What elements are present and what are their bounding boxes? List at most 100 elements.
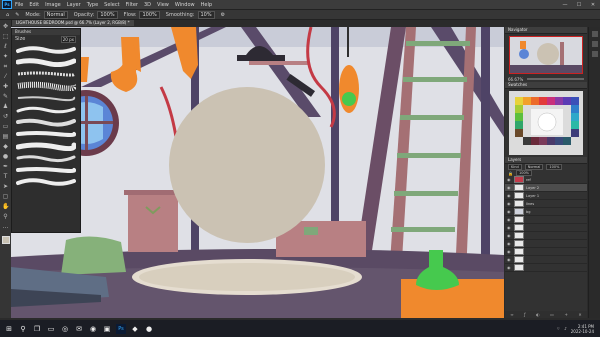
task-view-icon[interactable]: ❐ <box>32 324 42 334</box>
layer-row[interactable]: ◉ <box>505 216 587 224</box>
navigator-zoom-slider[interactable] <box>527 78 584 80</box>
menu-filter[interactable]: Filter <box>126 2 138 8</box>
pen-tool-icon[interactable]: ✒ <box>2 163 9 170</box>
layer-row[interactable]: ◉ <box>505 232 587 240</box>
brush-preset[interactable] <box>16 177 76 187</box>
visibility-eye-icon[interactable]: ◉ <box>507 193 512 198</box>
minimize-button[interactable]: — <box>558 2 572 8</box>
menu-file[interactable]: File <box>15 2 23 8</box>
eraser-tool-icon[interactable]: ▭ <box>2 123 9 130</box>
path-select-icon[interactable]: ➤ <box>2 183 9 190</box>
menu-edit[interactable]: Edit <box>29 2 39 8</box>
lasso-tool-icon[interactable]: ℓ <box>2 43 9 50</box>
clock[interactable]: 2:41 PM 2022-10-24 <box>571 324 594 334</box>
navigator-tab[interactable]: Navigator <box>505 27 587 34</box>
visibility-eye-icon[interactable]: ◉ <box>507 185 512 190</box>
menu-view[interactable]: View <box>157 2 169 8</box>
settings-icon[interactable]: ⚙ <box>221 12 225 18</box>
menu-help[interactable]: Help <box>201 2 212 8</box>
store-icon[interactable]: ▣ <box>102 324 112 334</box>
layers-opacity-field[interactable]: 100% <box>546 164 563 170</box>
foreground-color-swatch[interactable] <box>1 236 10 244</box>
brush-size-field[interactable]: 20 px <box>61 35 76 43</box>
marquee-tool-icon[interactable]: ⬚ <box>2 33 9 40</box>
mask-icon[interactable]: ◐ <box>536 312 540 317</box>
close-button[interactable]: ✕ <box>586 2 600 8</box>
visibility-eye-icon[interactable]: ◉ <box>507 257 512 262</box>
visibility-eye-icon[interactable]: ◉ <box>507 249 512 254</box>
gradient-tool-icon[interactable]: ▤ <box>2 133 9 140</box>
more-tools-icon[interactable]: … <box>2 223 9 230</box>
folder-icon[interactable]: ▭ <box>550 312 554 317</box>
eyedropper-icon[interactable]: ⁄ <box>2 73 9 80</box>
new-layer-icon[interactable]: + <box>564 312 567 317</box>
layer-row[interactable]: ◉ <box>505 264 587 272</box>
mode-select[interactable]: Normal <box>43 10 68 19</box>
visibility-eye-icon[interactable]: ◉ <box>507 209 512 214</box>
network-icon[interactable]: ⌔ <box>556 326 560 332</box>
layer-row[interactable]: ◉ <box>505 256 587 264</box>
visibility-eye-icon[interactable]: ◉ <box>507 233 512 238</box>
hand-tool-icon[interactable]: ✋ <box>2 203 9 210</box>
menu-select[interactable]: Select <box>104 2 119 8</box>
brush-preset[interactable] <box>15 141 77 152</box>
move-tool-icon[interactable]: ✥ <box>2 23 9 30</box>
opacity-field[interactable]: 100% <box>97 10 118 19</box>
brush-preset[interactable] <box>16 129 77 139</box>
navigator-preview[interactable] <box>509 36 583 74</box>
zoom-tool-icon[interactable]: ⚲ <box>2 213 9 220</box>
visibility-eye-icon[interactable]: ◉ <box>507 217 512 222</box>
visibility-eye-icon[interactable]: ◉ <box>507 225 512 230</box>
windows-start-icon[interactable]: ⊞ <box>4 324 14 334</box>
file-explorer-icon[interactable]: ▭ <box>46 324 56 334</box>
trash-icon[interactable]: ✕ <box>578 312 581 317</box>
brush-tool-icon[interactable]: ✎ <box>2 93 9 100</box>
dodge-tool-icon[interactable]: ● <box>2 153 9 160</box>
layer-row[interactable]: ◉ Layer 1 <box>505 192 587 200</box>
layers-tab[interactable]: Layers <box>505 157 587 164</box>
brush-preset[interactable] <box>16 153 76 163</box>
app-icon[interactable]: ● <box>144 324 154 334</box>
menu-3d[interactable]: 3D <box>144 2 151 8</box>
browser-icon[interactable]: ◎ <box>60 324 70 334</box>
menu-window[interactable]: Window <box>175 2 195 8</box>
steam-icon[interactable]: ◉ <box>88 324 98 334</box>
search-icon[interactable]: ⚲ <box>18 324 28 334</box>
navigator-zoom-value[interactable]: 66.67% <box>508 77 523 82</box>
fx-icon[interactable]: ƒ <box>524 312 525 317</box>
color-wheel-grid[interactable] <box>509 91 583 155</box>
healing-brush-icon[interactable]: ✚ <box>2 83 9 90</box>
visibility-eye-icon[interactable]: ◉ <box>507 241 512 246</box>
history-icon[interactable] <box>592 31 598 37</box>
brush-preset[interactable] <box>16 81 78 92</box>
menu-layer[interactable]: Layer <box>67 2 81 8</box>
layer-row[interactable]: ◉ <box>505 240 587 248</box>
smoothing-field[interactable]: 10% <box>197 10 215 19</box>
volume-icon[interactable]: ♪ <box>564 326 567 331</box>
brush-tool-icon[interactable]: ✎ <box>15 12 19 18</box>
stamp-tool-icon[interactable]: ♟ <box>2 103 9 110</box>
properties-icon[interactable] <box>592 41 598 47</box>
brush-preset[interactable] <box>16 117 76 127</box>
link-icon[interactable]: ∞ <box>510 312 513 317</box>
visibility-eye-icon[interactable]: ◉ <box>507 201 512 206</box>
shape-tool-icon[interactable]: ▢ <box>2 193 9 200</box>
crop-tool-icon[interactable]: ⌗ <box>2 63 9 70</box>
mail-icon[interactable]: ✉ <box>74 324 84 334</box>
adjustments-icon[interactable] <box>592 51 598 57</box>
blur-tool-icon[interactable]: ◆ <box>2 143 9 150</box>
photoshop-taskbar-icon[interactable]: Ps <box>116 323 126 334</box>
flow-field[interactable]: 100% <box>139 10 160 19</box>
brush-preset[interactable] <box>16 105 76 115</box>
menu-image[interactable]: Image <box>45 2 61 8</box>
brush-preset[interactable] <box>16 69 76 79</box>
brush-preset[interactable] <box>16 93 76 103</box>
history-brush-icon[interactable]: ↺ <box>2 113 9 120</box>
visibility-eye-icon[interactable]: ◉ <box>507 177 512 182</box>
brush-preset[interactable] <box>15 57 77 68</box>
brush-preset[interactable] <box>16 45 76 55</box>
maximize-button[interactable]: ☐ <box>572 2 586 8</box>
swatches-tab[interactable]: Swatches <box>505 82 587 89</box>
menu-type[interactable]: Type <box>87 2 98 8</box>
document-tab[interactable]: LIGHTHOUSE BEDROOM.psd @ 66.7% (Layer 2,… <box>12 20 134 26</box>
